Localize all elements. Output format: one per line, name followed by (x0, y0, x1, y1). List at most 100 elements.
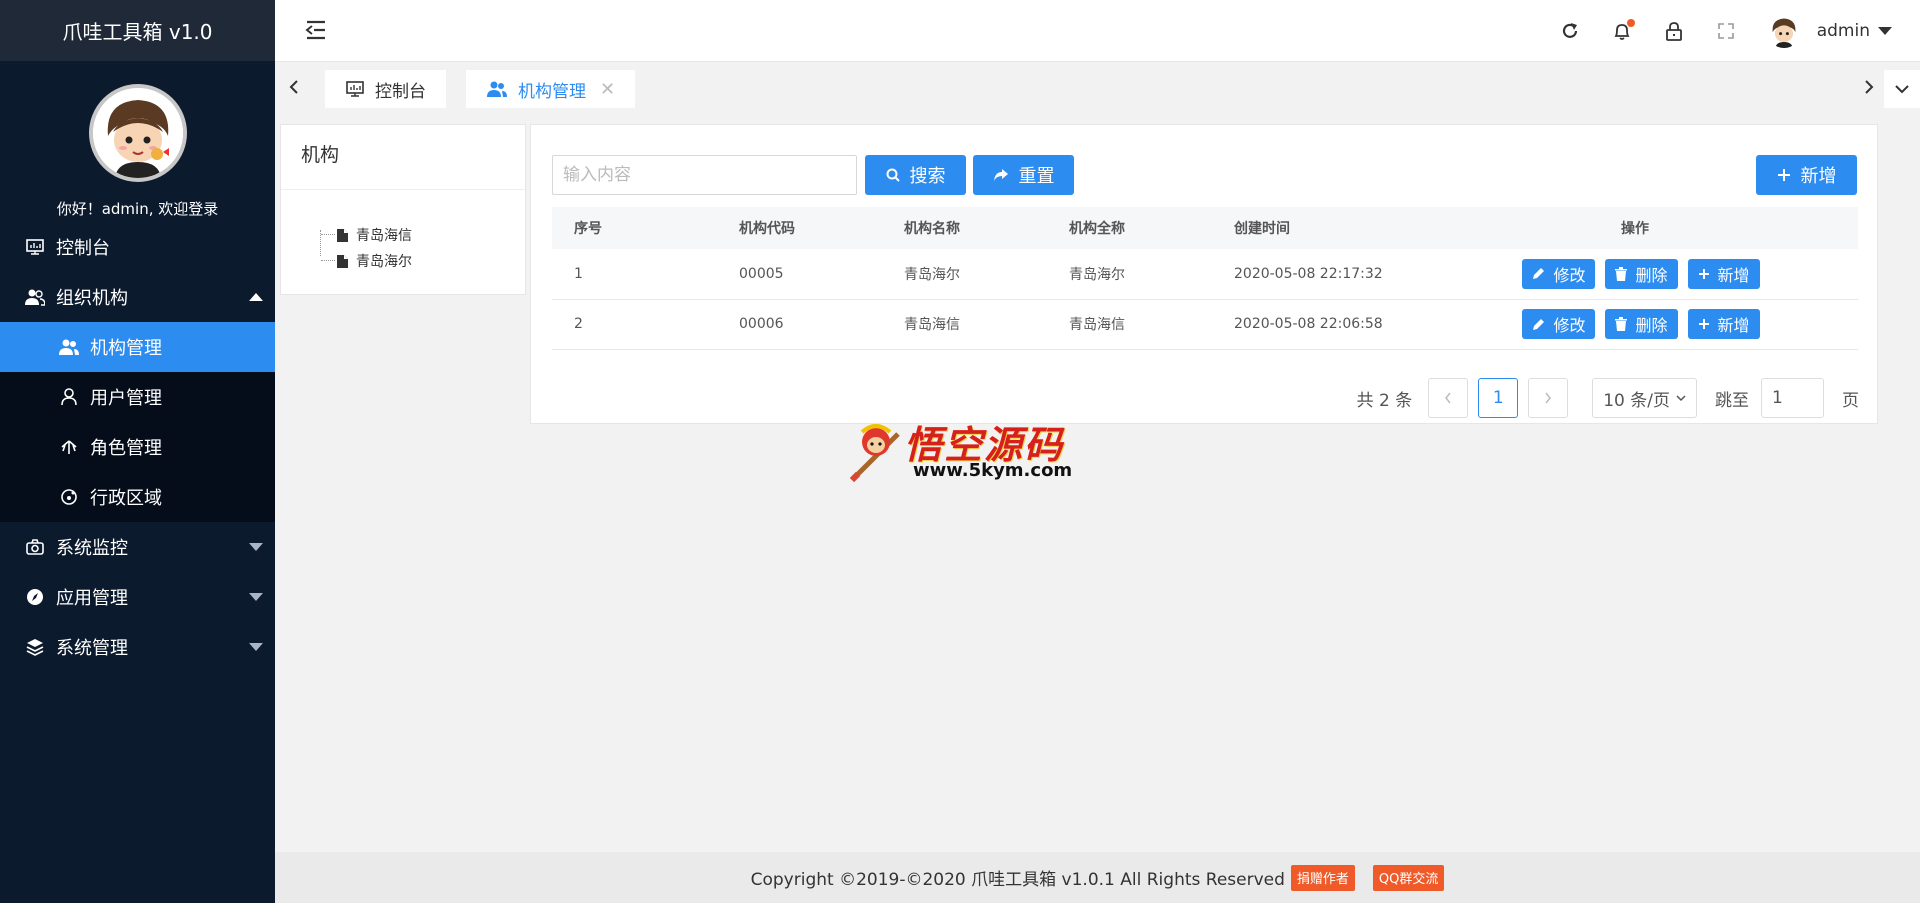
cell-name: 青岛海信 (882, 299, 1047, 350)
goto-page-input[interactable]: 1 (1761, 378, 1824, 418)
chevron-left-icon[interactable] (283, 76, 305, 98)
button-label: 删除 (1635, 265, 1668, 285)
sidebar-item-role-management[interactable]: 角色管理 (0, 422, 275, 472)
tab-org-management[interactable]: 机构管理 ✕ (466, 70, 636, 108)
pencil-icon (1532, 318, 1545, 331)
sidebar-menu: 控制台 组织机构 机构管理 用户管理 角色管理 行政区域 系统监控 应用管理 系… (0, 222, 275, 672)
delete-button[interactable]: 删除 (1605, 309, 1678, 339)
sidebar-item-monitor[interactable]: 系统监控 (0, 522, 275, 572)
panel-title: 机构 (281, 125, 525, 190)
sidebar-item-label: 系统管理 (56, 638, 128, 659)
watermark-url: www.5kym.com (913, 460, 1073, 481)
chevron-right-icon[interactable] (1858, 76, 1880, 98)
refresh-icon[interactable] (1559, 20, 1581, 42)
user-menu[interactable]: admin (1817, 21, 1892, 41)
reset-button[interactable]: 重置 (973, 155, 1074, 195)
users-icon (58, 336, 80, 358)
sidebar-item-dashboard[interactable]: 控制台 (0, 222, 275, 272)
total-count: 共 2 条 (1356, 390, 1413, 411)
chevron-down-icon (249, 543, 263, 551)
users-icon (486, 80, 508, 98)
avatar[interactable] (1766, 14, 1801, 48)
button-label: 搜索 (909, 166, 946, 187)
chevron-down-icon[interactable] (1884, 70, 1920, 108)
edit-button[interactable]: 修改 (1522, 258, 1596, 289)
tree-node[interactable]: 青岛海尔 (321, 248, 525, 274)
pencil-icon (1532, 267, 1545, 280)
close-icon[interactable]: ✕ (600, 79, 615, 100)
welcome-text: 你好！admin, 欢迎登录 (56, 200, 219, 218)
monitor-icon (24, 236, 46, 258)
column-header: 机构名称 (882, 207, 1047, 249)
sidebar-item-org-management[interactable]: 机构管理 (0, 322, 275, 372)
button-label: 新增 (1717, 265, 1750, 285)
bell-icon[interactable] (1611, 19, 1635, 42)
page-suffix: 页 (1842, 390, 1859, 411)
plus-icon (1698, 318, 1710, 330)
header-actions: admin (1529, 0, 1892, 62)
cell-code: 00005 (717, 249, 882, 300)
column-header: 序号 (552, 207, 717, 249)
sidebar-item-system[interactable]: 系统管理 (0, 622, 275, 672)
donate-badge[interactable]: 捐赠作者 (1290, 864, 1355, 891)
cell-index: 1 (552, 249, 717, 300)
plus-icon (1777, 168, 1791, 182)
table-row: 2 00006 青岛海信 青岛海信 2020-05-08 22:06:58 修改… (552, 299, 1858, 350)
copyright-text: Copyright ©2019-©2020 爪哇工具箱 v1.0.1 All R… (750, 870, 1285, 890)
sidebar-item-label: 应用管理 (56, 588, 128, 609)
avatar[interactable] (88, 84, 187, 182)
share-icon (993, 168, 1009, 182)
top-header: admin (275, 0, 1920, 62)
monkey-king-icon (849, 424, 900, 483)
goto-label: 跳至 (1715, 390, 1749, 411)
prev-page-button[interactable] (1428, 378, 1469, 418)
org-list-panel: 搜索 重置 新增 序号 机构代码 机构名称 机构全称 创建时间 操作 1 00 (530, 124, 1878, 424)
search-button[interactable]: 搜索 (865, 155, 966, 195)
add-button[interactable]: 新增 (1756, 155, 1857, 195)
fullscreen-icon[interactable] (1715, 20, 1737, 42)
monitor-icon (345, 80, 365, 98)
add-child-button[interactable]: 新增 (1687, 309, 1760, 339)
compass-icon (24, 586, 46, 608)
tab-label: 机构管理 (518, 81, 586, 102)
tree-node-label: 青岛海信 (356, 228, 412, 244)
layers-icon (24, 636, 46, 658)
sidebar-item-label: 用户管理 (90, 388, 162, 409)
next-page-button[interactable] (1528, 378, 1569, 418)
edit-button[interactable]: 修改 (1522, 309, 1596, 339)
chevron-down-icon (249, 643, 263, 651)
chevron-down-icon (249, 593, 263, 601)
file-icon (337, 254, 348, 268)
notification-dot (1626, 19, 1635, 27)
lock-icon[interactable] (1663, 20, 1685, 42)
watermark-logo: 悟空源码 www.5kym.com (848, 414, 1078, 486)
menu-toggle-icon[interactable] (305, 20, 327, 44)
button-label: 新增 (1800, 166, 1837, 187)
org-tree-panel: 机构 青岛海信 青岛海尔 (280, 124, 526, 295)
column-header: 机构代码 (717, 207, 882, 249)
users-icon (24, 286, 46, 308)
sidebar-item-organization[interactable]: 组织机构 (0, 272, 275, 322)
cell-created: 2020-05-08 22:06:58 (1212, 299, 1412, 350)
sidebar-item-user-management[interactable]: 用户管理 (0, 372, 275, 422)
page-size-select[interactable]: 10 条/页 (1592, 378, 1697, 418)
add-child-button[interactable]: 新增 (1687, 258, 1760, 289)
tree-connector (321, 234, 335, 235)
search-input[interactable] (552, 155, 857, 195)
sidebar-item-label: 行政区域 (90, 488, 162, 509)
tab-dashboard[interactable]: 控制台 (325, 70, 446, 108)
sidebar-item-region[interactable]: 行政区域 (0, 472, 275, 522)
tree-node[interactable]: 青岛海信 (321, 222, 525, 248)
sidebar: 爪哇工具箱 v1.0 你好！admin, 欢迎登录 控制台 组织机构 机构管理 … (0, 0, 275, 903)
cell-created: 2020-05-08 22:17:32 (1212, 249, 1412, 300)
sidebar-item-apps[interactable]: 应用管理 (0, 572, 275, 622)
chevron-up-icon (249, 293, 263, 301)
cell-index: 2 (552, 299, 717, 350)
user-icon (58, 386, 80, 408)
qq-group-badge[interactable]: QQ群交流 (1372, 864, 1445, 891)
app-title: 爪哇工具箱 v1.0 (0, 0, 275, 62)
table-row: 1 00005 青岛海尔 青岛海尔 2020-05-08 22:17:32 修改… (552, 249, 1858, 300)
caret-down-icon (1878, 27, 1892, 35)
delete-button[interactable]: 删除 (1605, 258, 1678, 289)
page-number-button[interactable]: 1 (1478, 378, 1519, 418)
